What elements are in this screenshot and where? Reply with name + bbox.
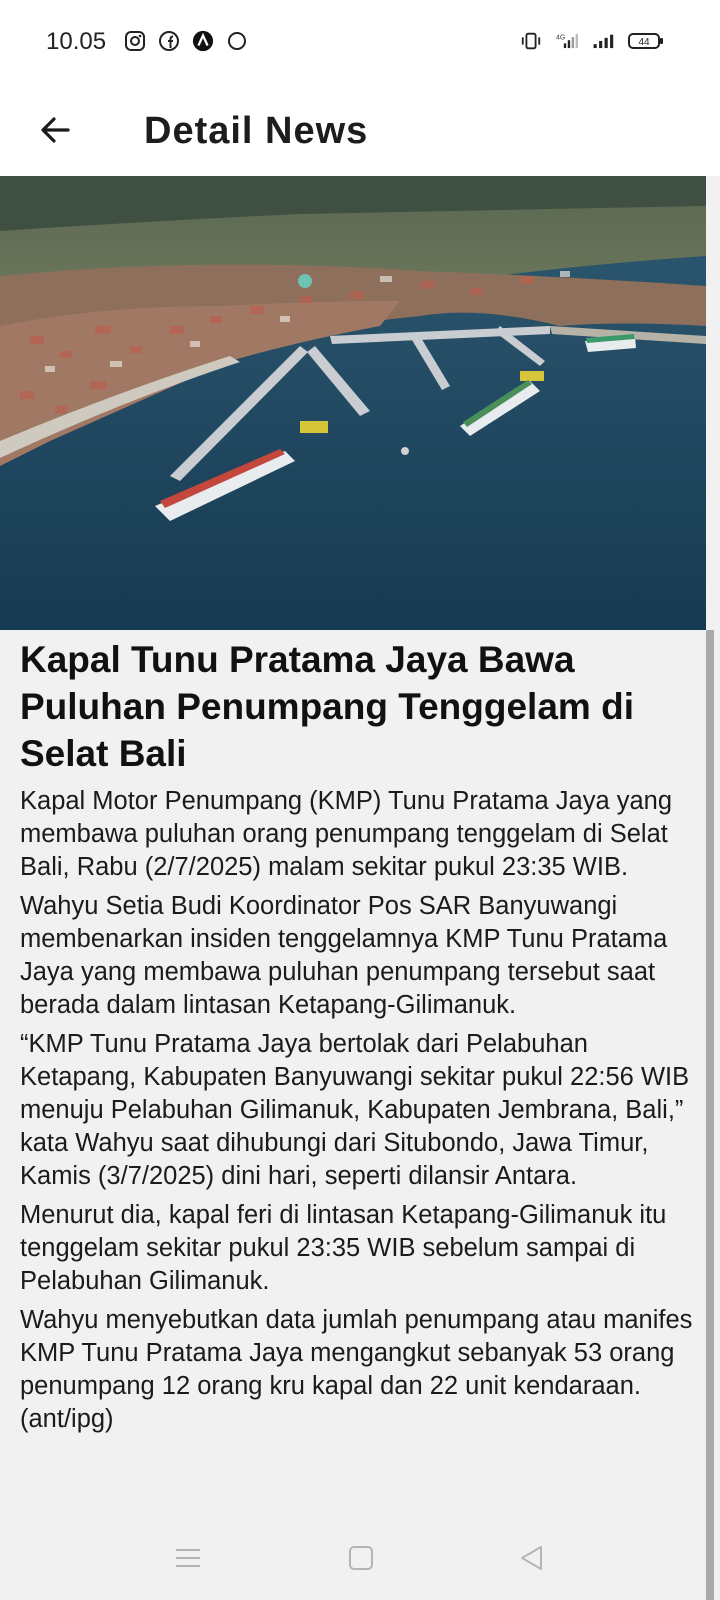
notification-icons: [124, 30, 248, 52]
svg-text:4G: 4G: [556, 34, 565, 41]
system-status-icons: 4G 44: [520, 30, 664, 52]
facebook-icon: [158, 30, 180, 52]
circle-icon: [226, 30, 248, 52]
page-title: Detail News: [144, 110, 369, 152]
4g-signal-icon: 4G: [556, 30, 578, 52]
battery-icon: 44: [628, 30, 664, 52]
status-bar: 10.05 4G 44: [0, 0, 720, 88]
arrow-left-icon: [41, 117, 70, 143]
article-paragraph: Wahyu Setia Budi Koordinator Pos SAR Ban…: [20, 892, 668, 1019]
back-button[interactable]: [28, 102, 84, 158]
article-paragraph: Wahyu menyebutkan data jumlah penumpang …: [20, 1306, 693, 1433]
signal-icon: [592, 30, 614, 52]
article-title: Kapal Tunu Pratama Jaya Bawa Puluhan Pen…: [20, 639, 634, 774]
back-triangle-icon[interactable]: [508, 1534, 556, 1582]
status-time: 10.05: [46, 28, 107, 55]
article-paragraph: “KMP Tunu Pratama Jaya bertolak dari Pel…: [20, 1030, 690, 1190]
battery-level: 44: [638, 37, 650, 48]
vibrate-icon: [520, 30, 542, 52]
article-hero-image: [0, 176, 706, 630]
article-paragraph: Kapal Motor Penumpang (KMP) Tunu Pratama…: [20, 787, 673, 881]
app-bar: Detail News: [0, 88, 720, 176]
app-a-icon: [192, 30, 214, 52]
scrollbar[interactable]: [706, 630, 714, 1600]
instagram-icon: [124, 30, 146, 52]
article-body: Kapal Tunu Pratama Jaya Bawa Puluhan Pen…: [20, 636, 700, 1442]
home-icon[interactable]: [337, 1534, 385, 1582]
menu-icon[interactable]: [164, 1534, 212, 1582]
article-paragraph: Menurut dia, kapal feri di lintasan Keta…: [20, 1201, 667, 1295]
system-nav-bar: [0, 1530, 706, 1586]
